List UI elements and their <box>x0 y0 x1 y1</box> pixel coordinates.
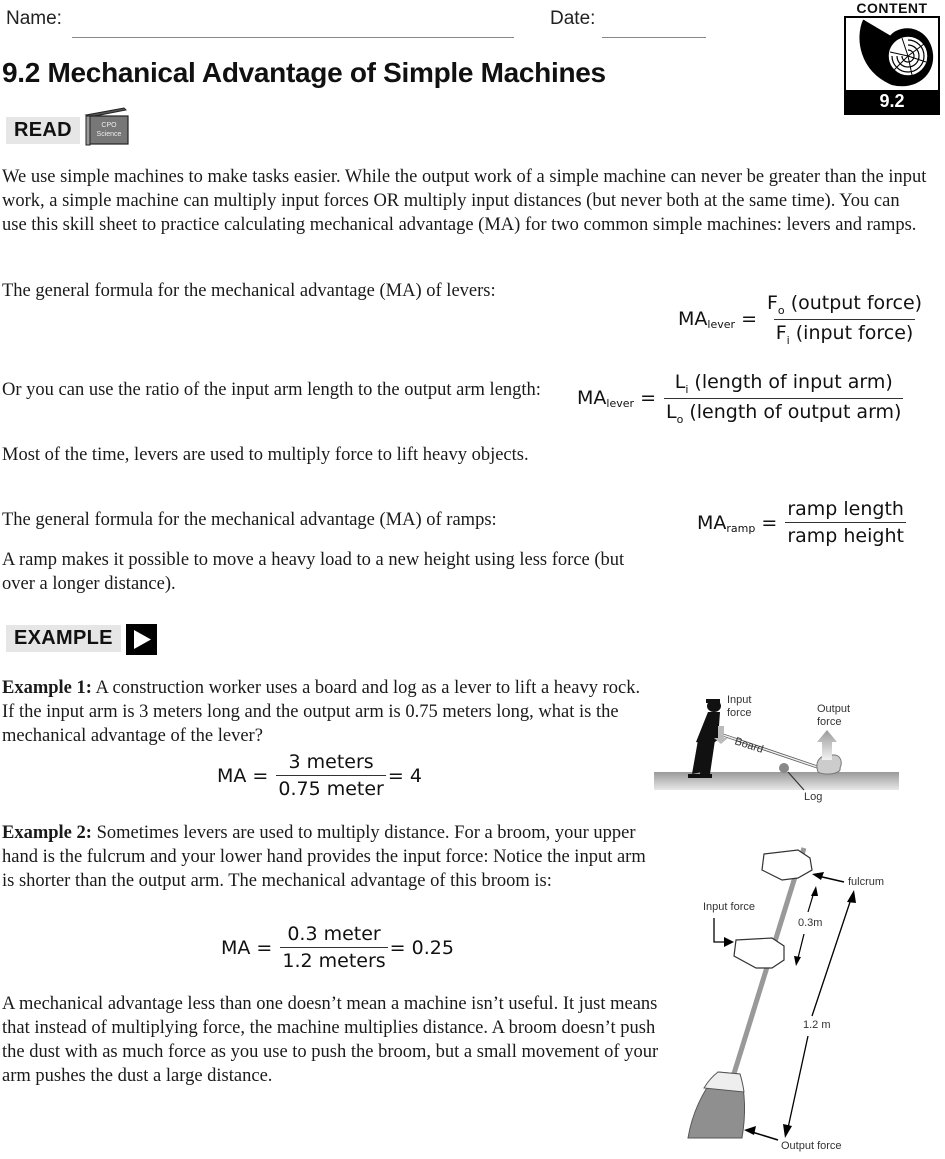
formula-lhs: MA <box>697 511 727 534</box>
output-force-label: Output force <box>781 1140 842 1152</box>
lever-length-formula: MAlever = Li (length of input arm) Lo (l… <box>577 371 904 426</box>
numerator: Li (length of input arm) <box>674 371 893 396</box>
ramp-formula-intro: The general formula for the mechanical a… <box>2 510 497 530</box>
badge-section-number: 9.2 <box>846 90 938 113</box>
fulcrum-arrow <box>812 872 824 880</box>
numerator: Fo (output force) <box>766 292 923 317</box>
upper-hand <box>761 849 813 881</box>
example2-text: Example 2: Sometimes levers are used to … <box>2 821 647 893</box>
name-label: Name: <box>6 8 62 29</box>
read-tag: READ <box>6 117 80 144</box>
formula-lhs: MA <box>678 308 708 331</box>
lower-hand <box>733 937 785 969</box>
page-title: 9.2 Mechanical Advantage of Simple Machi… <box>2 57 606 88</box>
book-icon: CPO Science <box>84 107 130 147</box>
log-icon <box>779 763 789 773</box>
lever-note: Most of the time, levers are used to mul… <box>2 445 529 465</box>
badge-box: 9.2 <box>844 16 940 115</box>
example1-formula: MA = 3 meters 0.75 meter = 4 <box>217 751 422 800</box>
formula-result: = 0.25 <box>389 936 454 959</box>
formula-result: = 4 <box>387 764 422 787</box>
numerator: ramp length <box>787 498 904 520</box>
example1-label: Example 1: <box>2 678 92 698</box>
long-arm-length-label: 1.2 m <box>803 1019 831 1031</box>
formula-lhs: MA <box>577 387 607 410</box>
equals-sign: = <box>640 387 656 410</box>
example2-body: Sometimes levers are used to multiply di… <box>2 823 646 891</box>
input-force-label: Input force <box>703 901 755 913</box>
example-tag: EXAMPLE <box>6 625 121 652</box>
closing-paragraph: A mechanical advantage less than one doe… <box>2 994 659 1086</box>
nautilus-shell-icon <box>859 19 934 87</box>
output-force-label: force <box>817 716 841 728</box>
denominator: 0.75 meter <box>276 775 386 800</box>
lever-force-formula: MAlever = Fo (output force) Fi (input fo… <box>678 292 924 347</box>
name-field[interactable] <box>72 37 514 38</box>
formula-lhs-sub: lever <box>606 397 635 411</box>
fraction: Li (length of input arm) Lo (length of o… <box>663 371 904 426</box>
input-force-label: force <box>727 707 751 719</box>
input-force-arrow <box>724 937 734 947</box>
output-force-label: Output <box>817 703 850 715</box>
denominator: 1.2 meters <box>280 947 388 972</box>
example2-formula: MA = 0.3 meter 1.2 meters = 0.25 <box>221 923 454 972</box>
lever-ratio-intro: Or you can use the ratio of the input ar… <box>2 380 541 400</box>
book-title-line2: Science <box>97 131 122 138</box>
log-label: Log <box>804 791 822 803</box>
denominator: Lo (length of output arm) <box>663 397 904 426</box>
denominator: Fi (input force) <box>773 318 916 347</box>
fraction: ramp length ramp height <box>785 498 906 547</box>
lever-formula-intro: The general formula for the mechanical a… <box>2 281 496 301</box>
example2-label: Example 2: <box>2 823 92 843</box>
content-badge: CONTENT 9.2 <box>844 0 940 115</box>
fulcrum-label: fulcrum <box>848 876 884 888</box>
denominator: ramp height <box>785 522 906 547</box>
play-arrow-icon <box>126 624 157 655</box>
formula-lhs-sub: lever <box>707 318 736 332</box>
board-label: Board <box>733 735 765 755</box>
lever-diagram: Input force Output force Board Log <box>652 690 912 810</box>
intro-paragraph: We use simple machines to make tasks eas… <box>2 167 927 235</box>
numerator: 3 meters <box>288 751 374 773</box>
ramp-note: A ramp makes it possible to move a heavy… <box>2 550 625 594</box>
broom-diagram: fulcrum Input force 0.3m 1.2 m Output fo… <box>680 840 910 1154</box>
book-title-line1: CPO <box>101 122 117 129</box>
date-field[interactable] <box>602 37 706 38</box>
date-label: Date: <box>550 8 596 29</box>
fraction: Fo (output force) Fi (input force) <box>765 292 924 347</box>
equals-sign: = <box>761 511 778 534</box>
input-force-label: Input <box>727 694 751 706</box>
formula-lhs: MA = <box>217 764 269 787</box>
output-force-arrow <box>744 1126 756 1135</box>
badge-label: CONTENT <box>856 0 928 16</box>
formula-lhs-sub: ramp <box>726 521 756 535</box>
example1-body: A construction worker uses a board and l… <box>2 678 641 746</box>
equals-sign: = <box>741 308 757 331</box>
ramp-formula: MAramp = ramp length ramp height <box>697 498 906 547</box>
short-arm-length-label: 0.3m <box>798 917 822 929</box>
example1-text: Example 1: A construction worker uses a … <box>2 676 642 748</box>
numerator: 0.3 meter <box>287 923 381 945</box>
formula-lhs: MA = <box>221 936 273 959</box>
fraction: 3 meters 0.75 meter <box>276 751 386 800</box>
fraction: 0.3 meter 1.2 meters <box>280 923 388 972</box>
